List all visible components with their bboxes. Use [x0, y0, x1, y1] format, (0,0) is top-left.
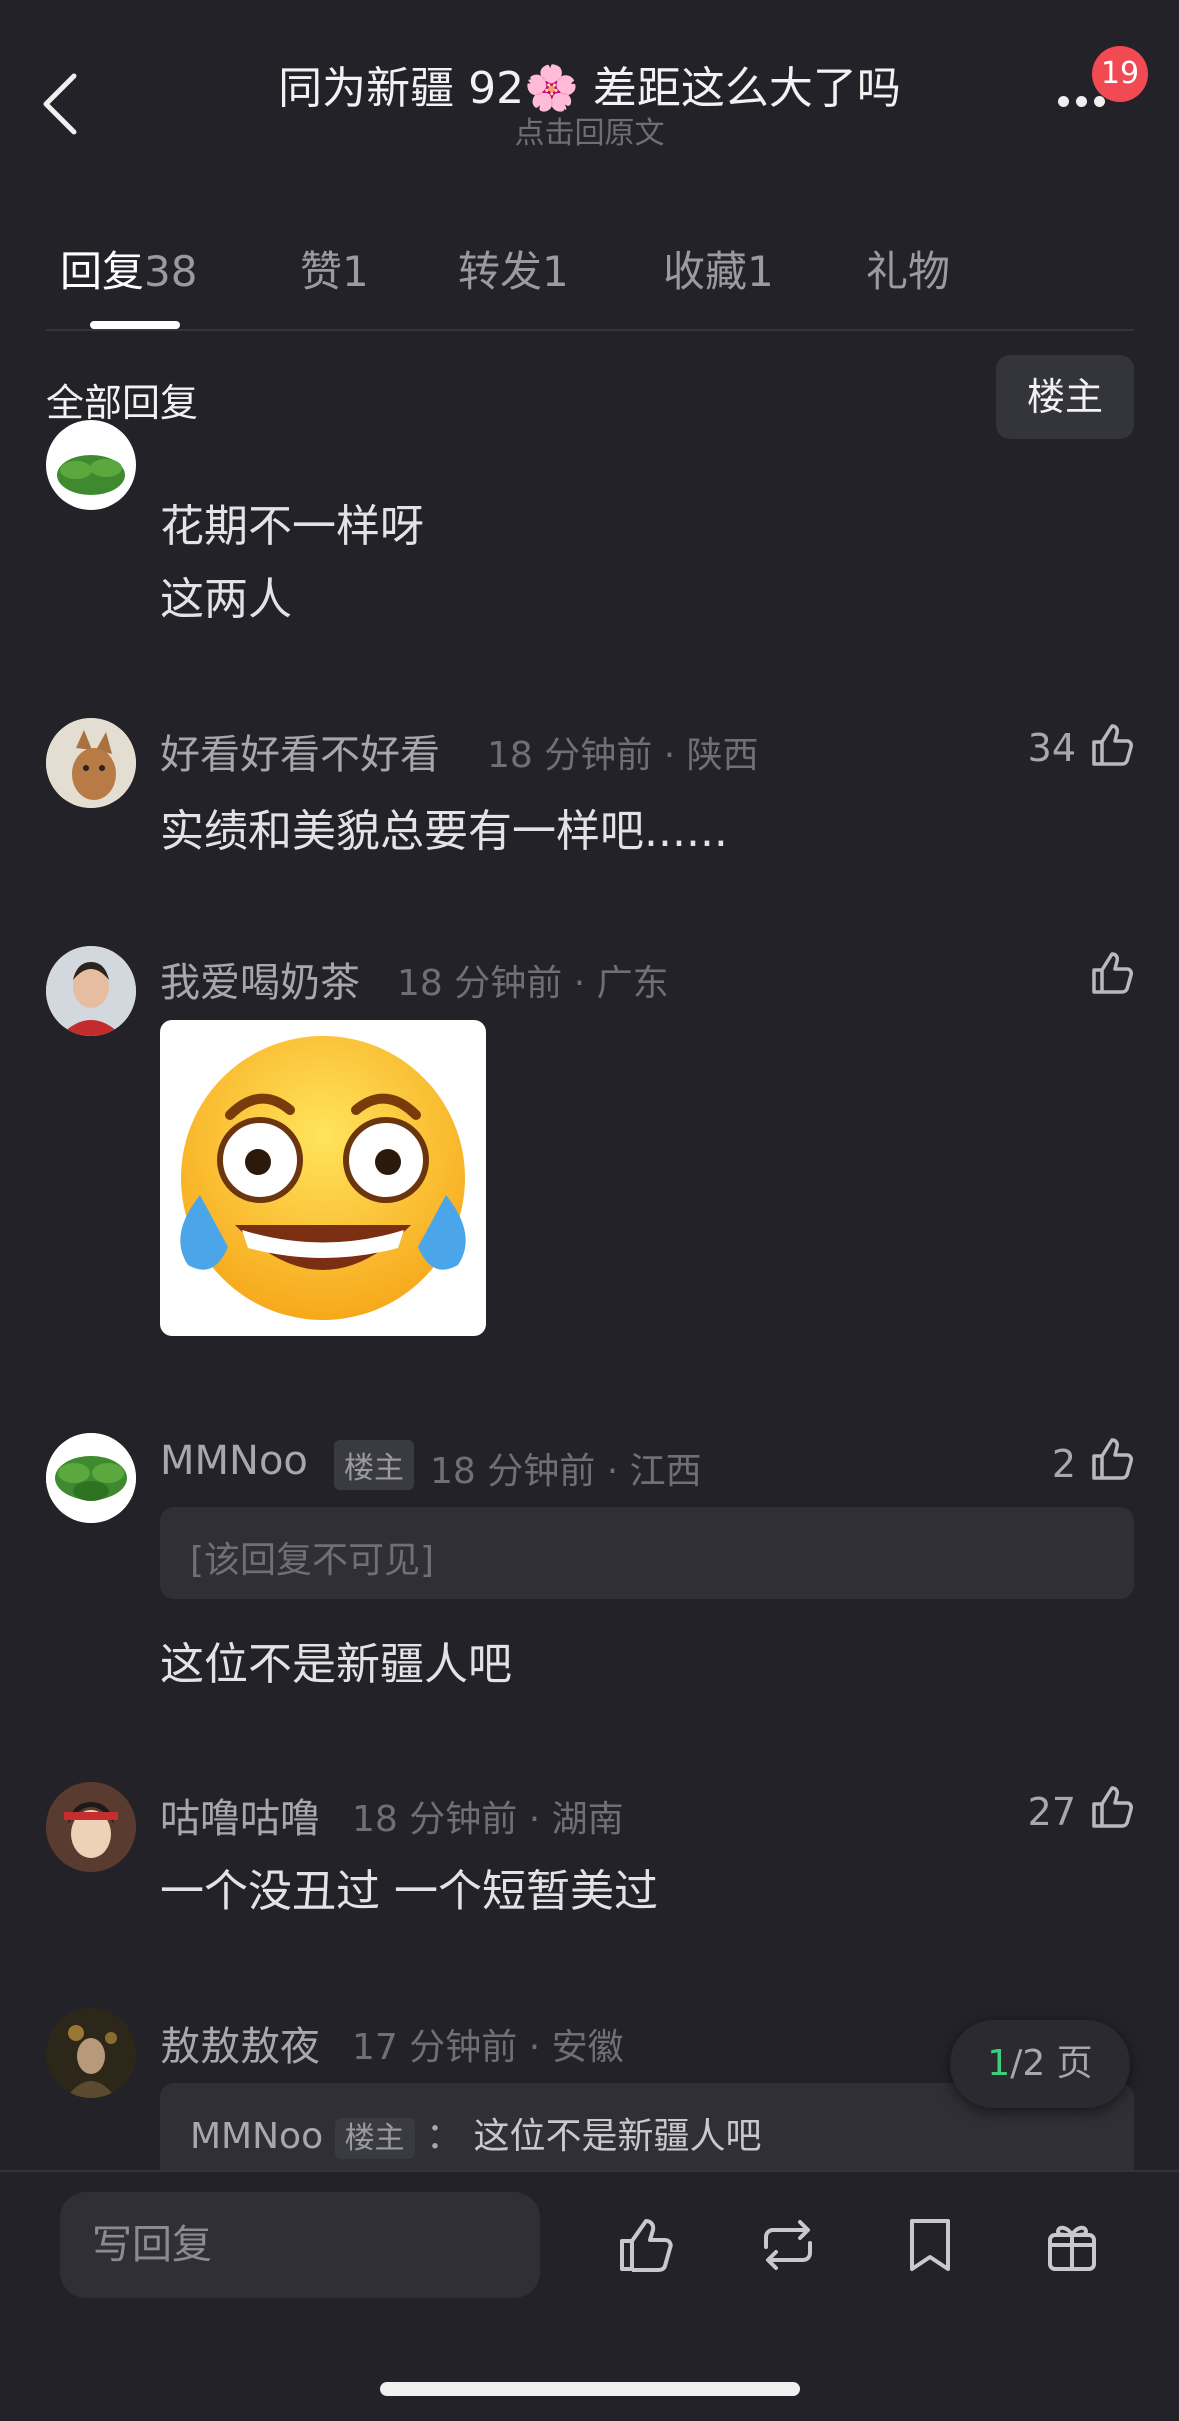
- notification-badge[interactable]: 19: [1092, 46, 1148, 102]
- person-avatar-3[interactable]: [46, 2008, 136, 2098]
- tab-favorites[interactable]: 收藏1: [663, 238, 774, 299]
- commenter-name[interactable]: 敖敖敖夜: [160, 2014, 320, 2072]
- owner-tag: 楼主: [334, 2118, 415, 2159]
- leaf-avatar[interactable]: [46, 420, 136, 510]
- all-replies-label[interactable]: 全部回复: [46, 372, 198, 427]
- comment-text: 一个没丑过 一个短暂美过: [160, 1866, 658, 1917]
- tab-replies[interactable]: 回复38: [60, 238, 197, 299]
- comment-text: 这位不是新疆人吧: [160, 1639, 512, 1690]
- home-indicator[interactable]: [380, 2382, 800, 2396]
- tab-label: 礼物: [866, 247, 951, 296]
- tab-label: 转发: [458, 247, 543, 296]
- current-page: 1: [987, 2043, 1011, 2084]
- total-pages: /2 页: [1010, 2043, 1093, 2084]
- tab-gifts[interactable]: 礼物: [866, 238, 950, 299]
- cat-avatar[interactable]: [46, 718, 136, 808]
- quoted-reply[interactable]: [该回复不可见]: [160, 1507, 1134, 1599]
- comment-meta: 18 分钟前 · 湖南: [352, 1799, 624, 1840]
- active-tab-indicator: [90, 321, 180, 329]
- like-count: 27: [1027, 1790, 1076, 1834]
- page-indicator[interactable]: 1/2 页: [950, 2020, 1130, 2108]
- like-count: 2: [1051, 1442, 1076, 1486]
- comment-text: 实绩和美貌总要有一样吧......: [160, 806, 728, 857]
- tab-count: 1: [342, 247, 369, 296]
- tab-label: 回复: [60, 247, 145, 296]
- comment-meta: 17 分钟前 · 安徽: [352, 2027, 624, 2068]
- laughing-crying-emoji[interactable]: [160, 1020, 486, 1336]
- quoted-reply-text: [该回复不可见]: [190, 1540, 435, 1581]
- tab-likes[interactable]: 赞1: [300, 238, 369, 299]
- person-avatar-2[interactable]: [46, 1782, 136, 1872]
- tab-label: 赞: [300, 247, 343, 296]
- tab-count: 38: [144, 247, 198, 296]
- commenter-name[interactable]: 咕噜咕噜: [160, 1786, 320, 1844]
- gift-icon[interactable]: [1040, 2213, 1104, 2277]
- commenter-name[interactable]: 我爱喝奶茶: [160, 950, 360, 1008]
- person-avatar[interactable]: [46, 946, 136, 1036]
- owner-tag: 楼主: [334, 1440, 414, 1490]
- comment-text-line: 花期不一样呀: [160, 501, 424, 552]
- tab-count: 1: [747, 247, 774, 296]
- post-title[interactable]: 同为新疆 92🌸 差距这么大了吗: [0, 52, 1179, 116]
- comment-meta: 18 分钟前 · 江西: [430, 1451, 702, 1492]
- quote-separator: ：: [426, 2116, 463, 2157]
- thumb-up-icon[interactable]: [1086, 1434, 1136, 1484]
- tab-reposts[interactable]: 转发1: [458, 238, 569, 299]
- bookmark-icon[interactable]: [898, 2213, 962, 2277]
- thumb-up-icon[interactable]: [1086, 1782, 1136, 1832]
- quoted-text: 这位不是新疆人吧: [473, 2116, 762, 2157]
- thumb-up-icon[interactable]: [1086, 720, 1136, 770]
- like-icon[interactable]: [614, 2213, 678, 2277]
- owner-only-button[interactable]: 楼主: [996, 355, 1134, 439]
- tab-label: 收藏: [663, 247, 748, 296]
- tab-count: 1: [542, 247, 569, 296]
- back-to-original-link[interactable]: 点击回原文: [0, 108, 1179, 152]
- leaf-avatar[interactable]: [46, 1433, 136, 1523]
- commenter-name[interactable]: 好看好看不好看: [160, 722, 440, 780]
- comment-meta: 18 分钟前 · 广东: [397, 963, 669, 1004]
- reply-input[interactable]: 写回复: [60, 2192, 540, 2298]
- commenter-name[interactable]: MMNoo: [160, 1438, 308, 1484]
- like-count: 34: [1027, 726, 1076, 770]
- comment-text-line: 这两人: [160, 574, 292, 625]
- comment-meta: 18 分钟前 · 陕西: [487, 735, 759, 776]
- quoted-author[interactable]: MMNoo: [190, 2116, 323, 2157]
- repost-icon[interactable]: [756, 2213, 820, 2277]
- tabs-divider: [46, 329, 1134, 331]
- thumb-up-icon[interactable]: [1086, 948, 1136, 998]
